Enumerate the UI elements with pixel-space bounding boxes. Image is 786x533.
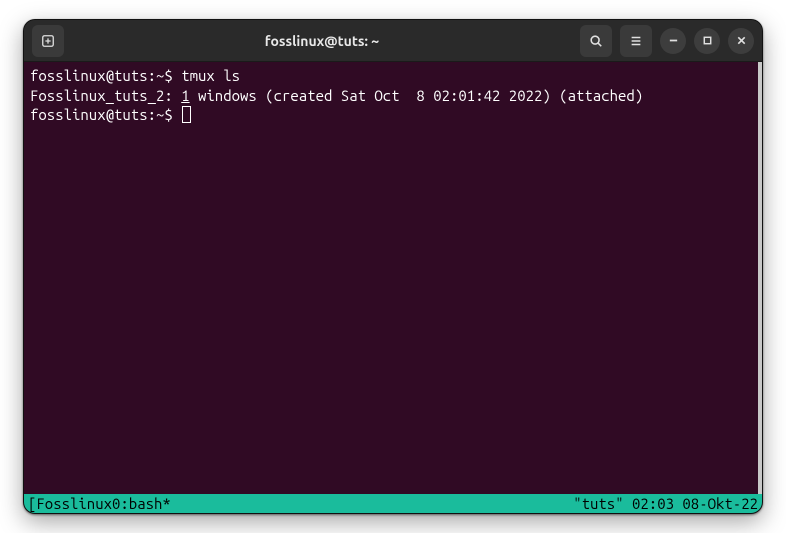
command-output-count: 1 [181,87,189,104]
hamburger-icon [629,34,643,48]
status-left: [Fosslinux0:bash* [28,494,573,513]
new-tab-button[interactable] [32,25,64,57]
minimize-icon [668,35,679,46]
close-button[interactable] [728,28,754,54]
search-icon [589,34,603,48]
terminal-window: fosslinux@tuts: ~ [23,19,763,514]
menu-button[interactable] [620,25,652,57]
shell-command: tmux ls [181,67,240,84]
status-right: "tuts" 02:03 08-Okt-22 [573,494,758,513]
tmux-statusbar: [Fosslinux0:bash* "tuts" 02:03 08-Okt-22 [24,494,762,513]
maximize-button[interactable] [694,28,720,54]
search-button[interactable] [580,25,612,57]
command-output: Fosslinux_tuts_2: [30,87,181,104]
terminal-cursor [182,106,191,123]
maximize-icon [702,35,713,46]
titlebar: fosslinux@tuts: ~ [24,20,762,62]
titlebar-left [32,25,64,57]
shell-prompt: fosslinux@tuts:~$ [30,106,181,123]
terminal-body[interactable]: fosslinux@tuts:~$ tmux ls Fosslinux_tuts… [24,62,762,494]
shell-prompt: fosslinux@tuts:~$ [30,67,181,84]
minimize-button[interactable] [660,28,686,54]
terminal-line: Fosslinux_tuts_2: 1 windows (created Sat… [30,86,752,106]
terminal-line: fosslinux@tuts:~$ [30,105,752,125]
command-output: windows (created Sat Oct 8 02:01:42 2022… [190,87,644,104]
new-tab-icon [41,34,55,48]
close-icon [736,35,747,46]
titlebar-right [580,25,754,57]
terminal-line: fosslinux@tuts:~$ tmux ls [30,66,752,86]
window-title: fosslinux@tuts: ~ [70,33,574,49]
